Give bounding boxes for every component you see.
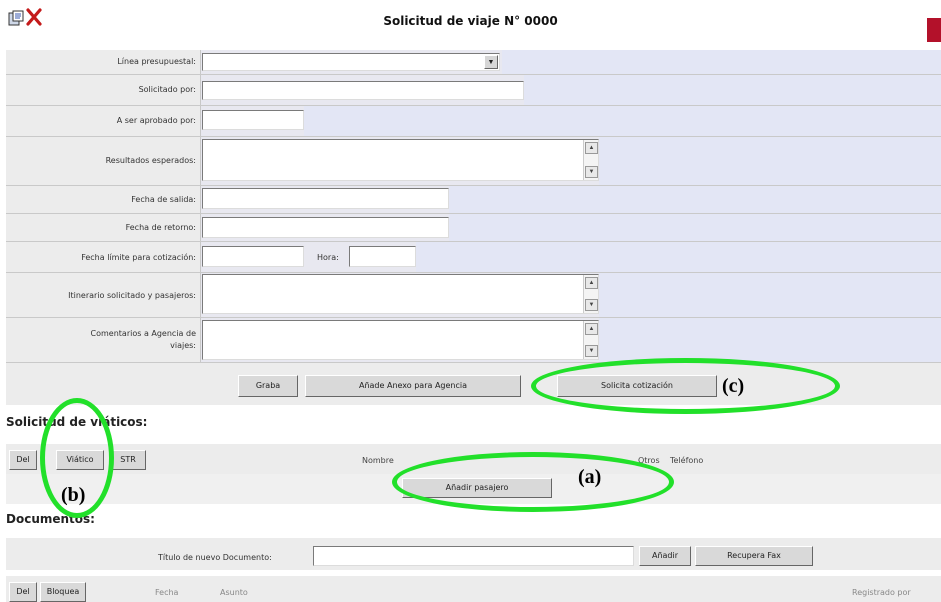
linea-presupuestal-select[interactable]: ▼ <box>202 53 500 71</box>
solicitado-por-input[interactable] <box>202 81 524 100</box>
documentos-del-button[interactable]: Del <box>9 582 37 602</box>
resultados-textarea[interactable]: ▲ ▼ <box>202 139 599 181</box>
hora-input[interactable] <box>349 246 416 267</box>
aprobado-por-input[interactable] <box>202 110 304 130</box>
label-new-document: Título de nuevo Documento: <box>158 553 272 562</box>
highlight-ellipse-a <box>392 452 674 512</box>
row-fecha-limite: Fecha límite para cotización: Hora: <box>6 242 941 272</box>
col-asunto: Asunto <box>220 588 248 597</box>
comentarios-textarea[interactable]: ▲ ▼ <box>202 320 599 360</box>
scroll-down-icon[interactable]: ▼ <box>585 299 598 311</box>
scroll-up-icon[interactable]: ▲ <box>585 142 598 154</box>
row-comentarios: Comentarios a Agencia de viajes: ▲ ▼ <box>6 318 941 362</box>
row-aprobado-por: A ser aprobado por: <box>6 106 941 136</box>
row-solicitado-por: Solicitado por: <box>6 75 941 105</box>
row-fecha-retorno: Fecha de retorno: <box>6 214 941 241</box>
red-tab-marker <box>927 18 941 42</box>
col-fecha: Fecha <box>155 588 179 597</box>
label-itinerario: Itinerario solicitado y pasajeros: <box>68 291 196 300</box>
page-title: Solicitud de viaje N° 0000 <box>383 14 558 28</box>
fecha-limite-input[interactable] <box>202 246 304 267</box>
fecha-retorno-input[interactable] <box>202 217 449 238</box>
recover-fax-button[interactable]: Recupera Fax <box>695 546 813 566</box>
graba-button[interactable]: Graba <box>238 375 298 397</box>
row-linea-presupuestal: Línea presupuestal: ▼ <box>6 50 941 74</box>
scrollbar[interactable]: ▲ ▼ <box>583 275 598 313</box>
scroll-down-icon[interactable]: ▼ <box>585 166 598 178</box>
highlight-ellipse-c <box>531 358 840 414</box>
chevron-down-icon[interactable]: ▼ <box>484 55 498 69</box>
label-fecha-salida: Fecha de salida: <box>131 195 196 204</box>
viaticos-del-button[interactable]: Del <box>9 450 37 470</box>
label-comentarios-2: viajes: <box>170 341 196 350</box>
add-document-button[interactable]: Añadir <box>639 546 691 566</box>
label-linea-presupuestal: Línea presupuestal: <box>117 57 196 66</box>
col-telefono: Teléfono <box>670 456 704 465</box>
annotation-a: (a) <box>578 466 602 488</box>
add-annex-button[interactable]: Añade Anexo para Agencia <box>305 375 521 397</box>
str-button[interactable]: STR <box>110 450 146 470</box>
documentos-header-band <box>6 576 941 602</box>
annotation-c: (c) <box>722 375 745 397</box>
col-nombre: Nombre <box>362 456 394 465</box>
annotation-b: (b) <box>61 484 86 506</box>
label-fecha-retorno: Fecha de retorno: <box>125 223 196 232</box>
label-aprobado-por: A ser aprobado por: <box>116 116 196 125</box>
label-solicitado-por: Solicitado por: <box>138 85 196 94</box>
scrollbar[interactable]: ▲ ▼ <box>583 140 598 180</box>
row-fecha-salida: Fecha de salida: <box>6 186 941 213</box>
scroll-down-icon[interactable]: ▼ <box>585 345 598 357</box>
label-resultados: Resultados esperados: <box>105 156 196 165</box>
scroll-up-icon[interactable]: ▲ <box>585 323 598 335</box>
bloquea-button[interactable]: Bloquea <box>40 582 86 602</box>
row-resultados: Resultados esperados: ▲ ▼ <box>6 137 941 185</box>
col-registrado: Registrado por <box>852 588 911 597</box>
label-comentarios-1: Comentarios a Agencia de <box>90 329 196 338</box>
fecha-salida-input[interactable] <box>202 188 449 209</box>
row-itinerario: Itinerario solicitado y pasajeros: ▲ ▼ <box>6 273 941 317</box>
scroll-up-icon[interactable]: ▲ <box>585 277 598 289</box>
new-document-input[interactable] <box>313 546 634 566</box>
label-hora: Hora: <box>317 253 339 262</box>
label-fecha-limite: Fecha límite para cotización: <box>81 253 196 262</box>
itinerario-textarea[interactable]: ▲ ▼ <box>202 274 599 314</box>
scrollbar[interactable]: ▲ ▼ <box>583 321 598 359</box>
